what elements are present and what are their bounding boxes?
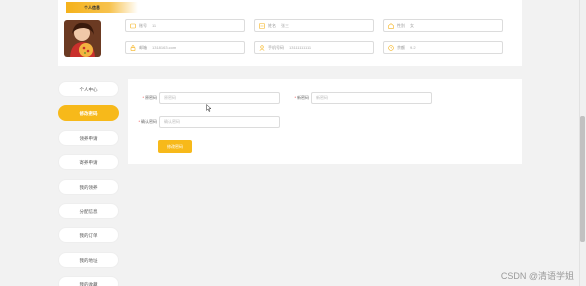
name-value: 张三 (281, 23, 289, 28)
email-value: 1318163.com (152, 45, 177, 50)
clock-icon (388, 44, 394, 51)
gender-label: 性别 (397, 23, 405, 28)
new-password-input[interactable]: 新密码 (311, 92, 432, 104)
name-label: 姓名 (268, 23, 276, 28)
profile-section-tag: 个人信息 (66, 2, 138, 13)
sidebar-item-personal-center[interactable]: 个人中心 (58, 81, 119, 97)
sidebar-item-my-address[interactable]: 我的地址 (58, 252, 119, 268)
gender-field: 性别 女 (383, 19, 503, 32)
gender-value: 女 (410, 23, 414, 28)
user-card-icon (130, 23, 136, 28)
phone-value: 13111111111 (289, 45, 312, 50)
scrollbar-thumb[interactable] (580, 116, 585, 242)
sidebar-item-my-orders[interactable]: 我的订单 (58, 227, 119, 243)
balance-value: 9.2 (410, 45, 416, 50)
watermark: CSDN @清语学姐 (500, 271, 574, 281)
old-password-input[interactable]: 原密码 (159, 92, 280, 104)
email-field: 邮箱 1318163.com (125, 41, 245, 54)
account-value: 11 (152, 23, 157, 28)
name-icon (259, 22, 265, 29)
name-field: 姓名 张三 (254, 19, 374, 32)
gender-icon (388, 22, 394, 29)
sidebar-item-my-favorites[interactable]: 我的收藏 (58, 276, 119, 286)
new-password-label: *新密码 (294, 95, 309, 100)
old-password-label: *原密码 (142, 95, 157, 100)
confirm-password-label: *确认密码 (138, 119, 157, 124)
change-password-button[interactable]: 修改密码 (158, 140, 192, 153)
sidebar-item-assignment-info[interactable]: 分配信息 (58, 203, 119, 219)
sidebar-item-change-password[interactable]: 修改密码 (58, 105, 119, 121)
sidebar-item-foster-apply[interactable]: 寄养申请 (58, 154, 119, 170)
balance-label: 余额 (397, 45, 405, 50)
phone-label: 手机号码 (268, 45, 284, 50)
account-label: 账号 (139, 23, 147, 28)
account-field: 账号 11 (125, 19, 245, 32)
sidebar-item-my-adoptions[interactable]: 我的领养 (58, 179, 119, 195)
balance-field: 余额 9.2 (383, 41, 503, 54)
person-icon (259, 44, 265, 51)
confirm-password-input[interactable]: 确认密码 (159, 116, 280, 128)
avatar (64, 20, 101, 57)
sidebar-item-adoption-apply[interactable]: 领养申请 (58, 130, 119, 146)
phone-field: 手机号码 13111111111 (254, 41, 374, 54)
email-label: 邮箱 (139, 45, 147, 50)
lock-icon (130, 44, 136, 51)
mouse-cursor-icon (206, 104, 212, 112)
